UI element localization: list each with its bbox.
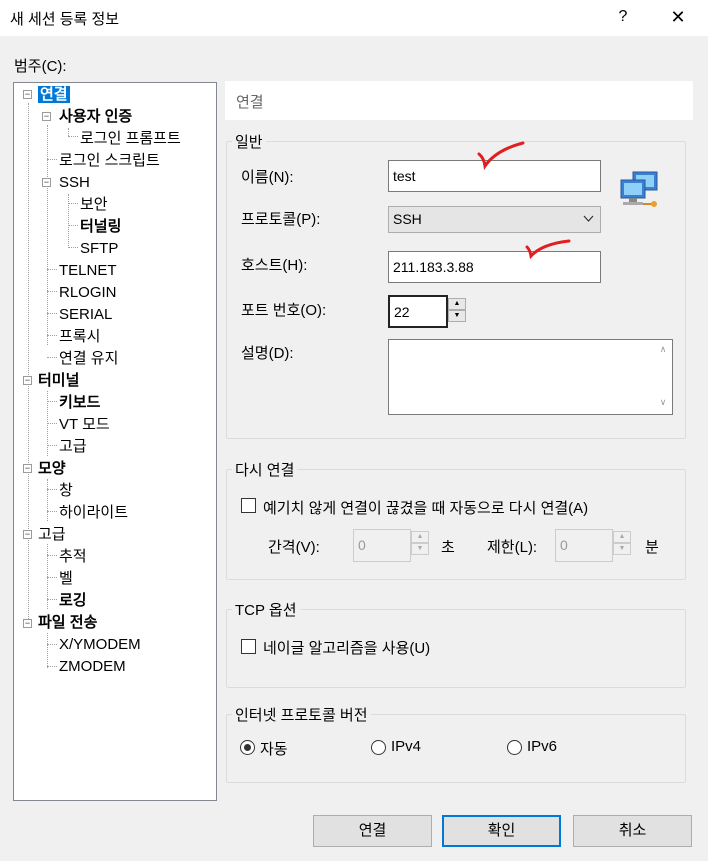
window-title: 새 세션 등록 정보: [10, 11, 120, 28]
tree-item-xymodem[interactable]: X/YMODEM: [59, 635, 141, 655]
page-header: [225, 81, 693, 120]
tree-item-appearance[interactable]: 모양: [38, 459, 66, 479]
scroll-down-icon[interactable]: ∨: [655, 397, 671, 408]
tree-item-serial[interactable]: SERIAL: [59, 305, 112, 325]
tree-item-keyboard[interactable]: 키보드: [59, 393, 100, 413]
tree-item-connection[interactable]: 연결: [38, 85, 70, 105]
collapse-icon[interactable]: −: [23, 90, 32, 99]
general-group-title: 일반: [232, 131, 266, 152]
tree-item-bell[interactable]: 벨: [59, 569, 73, 589]
radio-ipv6-label[interactable]: IPv6: [527, 738, 557, 755]
tree-item-keepalive[interactable]: 연결 유지: [59, 349, 118, 369]
network-computer-icon: [617, 168, 661, 212]
radio-auto[interactable]: [240, 740, 255, 755]
auto-reconnect-label[interactable]: 예기치 않게 연결이 끊겼을 때 자동으로 다시 연결(A): [263, 497, 588, 518]
auto-reconnect-checkbox[interactable]: [241, 498, 256, 513]
interval-stepper[interactable]: ▲ ▼: [411, 531, 429, 555]
ok-button[interactable]: 확인: [442, 815, 561, 847]
name-label: 이름(N):: [241, 169, 294, 186]
collapse-icon[interactable]: −: [42, 112, 51, 121]
collapse-icon[interactable]: −: [23, 619, 32, 628]
nagle-checkbox[interactable]: [241, 639, 256, 654]
cancel-button[interactable]: 취소: [573, 815, 692, 847]
limit-unit: 분: [645, 539, 659, 556]
reconnect-group: [226, 469, 686, 580]
limit-stepper[interactable]: ▲ ▼: [613, 531, 631, 555]
interval-field[interactable]: 0: [353, 529, 411, 562]
tree-item-terminal[interactable]: 터미널: [38, 371, 79, 391]
ip-version-group-title: 인터넷 프로토콜 버전: [232, 704, 371, 725]
tree-item-window[interactable]: 창: [59, 481, 73, 501]
interval-unit: 초: [441, 539, 455, 556]
radio-ipv4[interactable]: [371, 740, 386, 755]
tree-item-advanced[interactable]: 고급: [38, 525, 66, 545]
tree-item-logging[interactable]: 로깅: [59, 591, 87, 611]
protocol-select[interactable]: SSH: [388, 206, 601, 233]
tree-item-tunneling[interactable]: 터널링: [80, 217, 121, 237]
limit-field[interactable]: 0: [555, 529, 613, 562]
help-button[interactable]: ?: [612, 6, 634, 28]
tree-item-sftp[interactable]: SFTP: [80, 239, 118, 259]
collapse-icon[interactable]: −: [23, 376, 32, 385]
spin-down-icon[interactable]: ▼: [448, 310, 466, 322]
category-tree[interactable]: − − − − − − − 연결 사용자 인증 로그인 프롬프트 로그인 스크립…: [13, 82, 217, 801]
spin-up-icon[interactable]: ▲: [448, 298, 466, 310]
collapse-icon[interactable]: −: [23, 464, 32, 473]
spin-up-icon[interactable]: ▲: [613, 531, 631, 543]
nagle-label[interactable]: 네이글 알고리즘을 사용(U): [263, 637, 430, 658]
port-stepper[interactable]: ▲ ▼: [448, 298, 466, 322]
tree-item-file-transfer[interactable]: 파일 전송: [38, 613, 97, 633]
tree-item-highlight[interactable]: 하이라이트: [59, 503, 128, 523]
check-mark-annotation: [476, 140, 526, 171]
tree-item-auth[interactable]: 사용자 인증: [59, 107, 132, 127]
interval-label: 간격(V):: [268, 539, 320, 556]
spin-down-icon[interactable]: ▼: [613, 543, 631, 555]
tree-item-security[interactable]: 보안: [80, 195, 108, 215]
radio-ipv4-label[interactable]: IPv4: [391, 738, 421, 755]
port-field[interactable]: 22: [388, 295, 448, 328]
limit-label: 제한(L):: [487, 539, 538, 556]
tree-item-trace[interactable]: 추적: [59, 547, 87, 567]
tree-item-proxy[interactable]: 프록시: [59, 327, 100, 347]
tree-item-ssh[interactable]: SSH: [59, 173, 90, 193]
collapse-icon[interactable]: −: [42, 178, 51, 187]
host-label: 호스트(H):: [241, 257, 308, 274]
page-title: 연결: [236, 94, 264, 111]
radio-auto-label[interactable]: 자동: [260, 738, 288, 759]
description-field[interactable]: [388, 339, 673, 415]
tree-item-login-script[interactable]: 로그인 스크립트: [59, 151, 160, 171]
port-label: 포트 번호(O):: [241, 302, 327, 319]
tree-item-terminal-advanced[interactable]: 고급: [59, 437, 87, 457]
reconnect-group-title: 다시 연결: [232, 459, 298, 480]
tcp-group-title: TCP 옵션: [232, 599, 300, 620]
check-mark-annotation: [524, 236, 572, 260]
tree-item-telnet[interactable]: TELNET: [59, 261, 117, 281]
tree-item-rlogin[interactable]: RLOGIN: [59, 283, 117, 303]
tree-item-vt-mode[interactable]: VT 모드: [59, 415, 110, 435]
close-button[interactable]: ✕: [666, 5, 690, 29]
chevron-down-icon: [583, 207, 594, 240]
radio-ipv6[interactable]: [507, 740, 522, 755]
category-label: 범주(C):: [14, 58, 67, 75]
collapse-icon[interactable]: −: [23, 530, 32, 539]
scroll-up-icon[interactable]: ∧: [655, 344, 671, 355]
tree-item-login-prompt[interactable]: 로그인 프롬프트: [80, 129, 181, 149]
tree-item-zmodem[interactable]: ZMODEM: [59, 657, 126, 677]
protocol-label: 프로토콜(P):: [241, 211, 321, 228]
connect-button[interactable]: 연결: [313, 815, 432, 847]
description-label: 설명(D):: [241, 345, 294, 362]
protocol-select-value: SSH: [393, 211, 422, 227]
spin-down-icon[interactable]: ▼: [411, 543, 429, 555]
spin-up-icon[interactable]: ▲: [411, 531, 429, 543]
